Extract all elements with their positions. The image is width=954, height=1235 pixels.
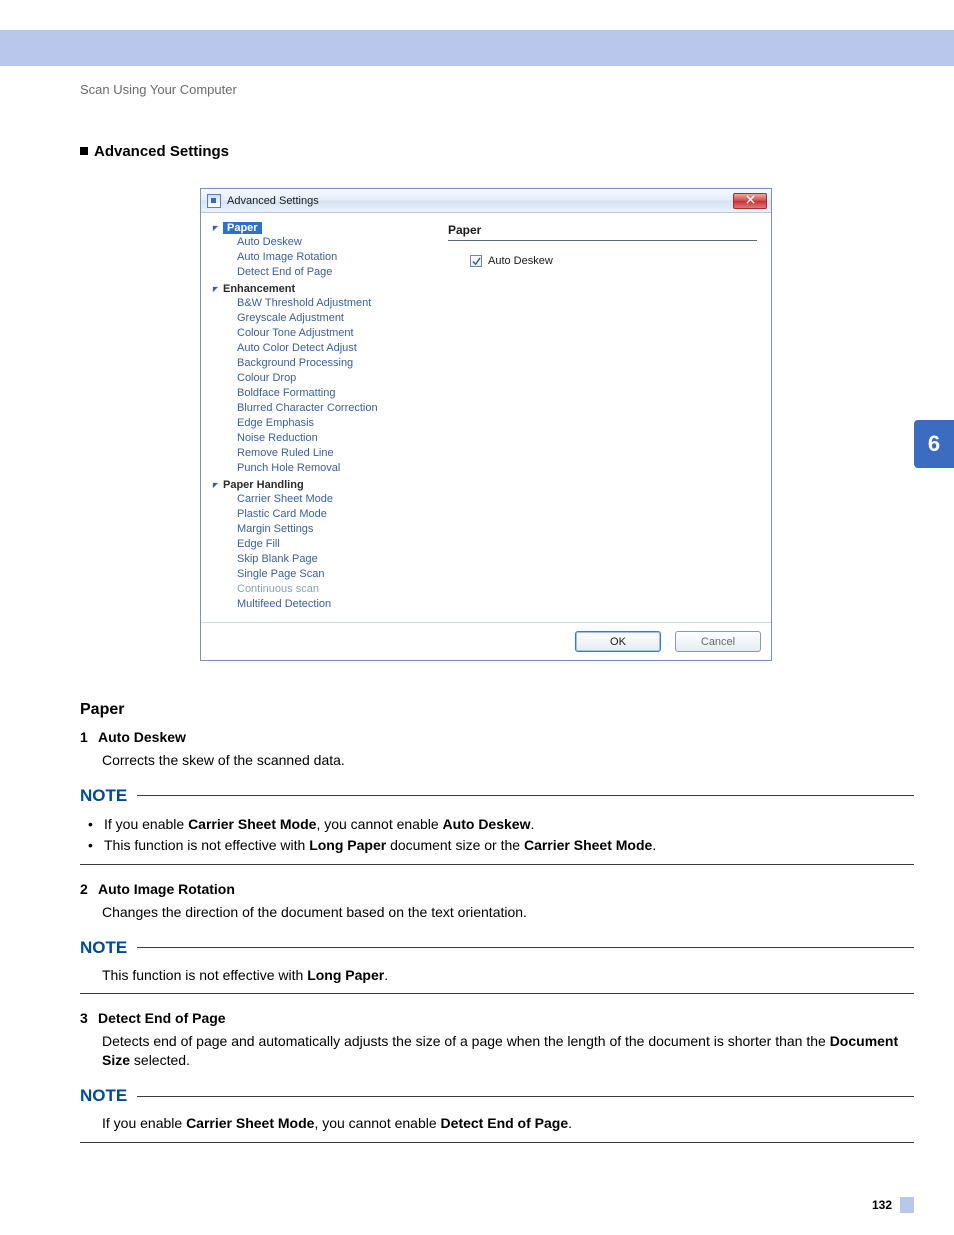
tree-item[interactable]: Remove Ruled Line <box>237 446 435 461</box>
checkbox-icon <box>470 255 482 267</box>
section-title: Advanced Settings <box>80 143 914 160</box>
dialog-title: Advanced Settings <box>227 195 733 207</box>
note-line: If you enable Carrier Sheet Mode, you ca… <box>102 1114 914 1134</box>
app-icon <box>207 194 221 208</box>
panel-title: Paper <box>448 223 757 241</box>
collapse-icon <box>211 285 219 293</box>
note-rule-icon <box>80 864 914 865</box>
tree-item[interactable]: Noise Reduction <box>237 431 435 446</box>
tree-item[interactable]: Colour Drop <box>237 371 435 386</box>
dialog-footer: OK Cancel <box>201 622 771 660</box>
tree-item[interactable]: Boldface Formatting <box>237 386 435 401</box>
breadcrumb: Scan Using Your Computer <box>80 82 914 97</box>
tree-item[interactable]: Edge Fill <box>237 537 435 552</box>
tree-item[interactable]: Margin Settings <box>237 522 435 537</box>
page-footer: 132 <box>872 1197 914 1213</box>
note-rule-icon <box>137 947 914 948</box>
tree-item[interactable]: Auto Image Rotation <box>237 250 435 265</box>
note-label: NOTE <box>80 1086 127 1106</box>
note-heading: NOTE <box>80 938 914 958</box>
note-line: This function is not effective with Long… <box>104 835 656 856</box>
note-line: This function is not effective with Long… <box>102 966 914 986</box>
item-number: 2 <box>80 881 98 897</box>
tree-item[interactable]: Edge Emphasis <box>237 416 435 431</box>
tree-item[interactable]: Colour Tone Adjustment <box>237 326 435 341</box>
tree-item[interactable]: Auto Deskew <box>237 235 435 250</box>
header-band <box>0 30 954 66</box>
tree-node-paper-handling[interactable]: Paper Handling <box>207 478 435 492</box>
note-rule-icon <box>137 1096 914 1097</box>
tree-item[interactable]: Plastic Card Mode <box>237 507 435 522</box>
checkbox-label: Auto Deskew <box>488 255 553 267</box>
tree-node-label: Paper <box>223 222 262 234</box>
tree-item[interactable]: B&W Threshold Adjustment <box>237 296 435 311</box>
page-number: 132 <box>872 1198 892 1212</box>
tree-item[interactable]: Punch Hole Removal <box>237 461 435 476</box>
settings-tree: Paper Auto Deskew Auto Image Rotation De… <box>201 213 441 622</box>
note-line: If you enable Carrier Sheet Mode, you ca… <box>104 814 534 835</box>
note-label: NOTE <box>80 786 127 806</box>
item-title: Auto Deskew <box>98 729 186 745</box>
tree-item[interactable]: Background Processing <box>237 356 435 371</box>
dialog-titlebar: Advanced Settings <box>201 189 771 213</box>
item-heading-3: 3Detect End of Page <box>80 1010 914 1026</box>
tree-item[interactable]: Continuous scan <box>237 582 435 597</box>
item-title: Auto Image Rotation <box>98 881 235 897</box>
note-rule-icon <box>137 795 914 796</box>
item-title: Detect End of Page <box>98 1010 226 1026</box>
chapter-tab: 6 <box>914 420 954 468</box>
item-text: Corrects the skew of the scanned data. <box>102 751 914 770</box>
collapse-icon <box>211 481 219 489</box>
item-number: 1 <box>80 729 98 745</box>
note-rule-icon <box>80 1142 914 1143</box>
tree-item[interactable]: Carrier Sheet Mode <box>237 492 435 507</box>
tree-item[interactable]: Skip Blank Page <box>237 552 435 567</box>
item-text: Detects end of page and automatically ad… <box>102 1032 914 1070</box>
square-bullet-icon <box>80 147 88 155</box>
item-text: Changes the direction of the document ba… <box>102 903 914 922</box>
item-number: 3 <box>80 1010 98 1026</box>
tree-item[interactable]: Auto Color Detect Adjust <box>237 341 435 356</box>
close-icon <box>746 195 755 207</box>
tree-item[interactable]: Single Page Scan <box>237 567 435 582</box>
tree-node-paper[interactable]: Paper <box>207 221 435 235</box>
tree-node-enhancement[interactable]: Enhancement <box>207 282 435 296</box>
note-rule-icon <box>80 993 914 994</box>
collapse-icon <box>211 224 219 232</box>
tree-item[interactable]: Blurred Character Correction <box>237 401 435 416</box>
tree-node-label: Paper Handling <box>223 479 304 491</box>
note-heading: NOTE <box>80 1086 914 1106</box>
ok-button[interactable]: OK <box>575 631 661 652</box>
tree-item[interactable]: Multifeed Detection <box>237 597 435 612</box>
tree-node-label: Enhancement <box>223 283 295 295</box>
tree-item[interactable]: Greyscale Adjustment <box>237 311 435 326</box>
note-heading: NOTE <box>80 786 914 806</box>
close-button[interactable] <box>733 193 767 209</box>
paper-heading: Paper <box>80 701 914 719</box>
tree-item[interactable]: Detect End of Page <box>237 265 435 280</box>
advanced-settings-dialog: Advanced Settings Paper <box>200 188 772 661</box>
dialog-panel: Paper Auto Deskew <box>441 213 771 622</box>
auto-deskew-checkbox[interactable]: Auto Deskew <box>470 255 757 267</box>
note-label: NOTE <box>80 938 127 958</box>
item-heading-1: 1Auto Deskew <box>80 729 914 745</box>
cancel-button[interactable]: Cancel <box>675 631 761 652</box>
section-title-text: Advanced Settings <box>94 143 229 160</box>
item-heading-2: 2Auto Image Rotation <box>80 881 914 897</box>
footer-bar-icon <box>900 1197 914 1213</box>
note-list: •If you enable Carrier Sheet Mode, you c… <box>88 814 914 856</box>
